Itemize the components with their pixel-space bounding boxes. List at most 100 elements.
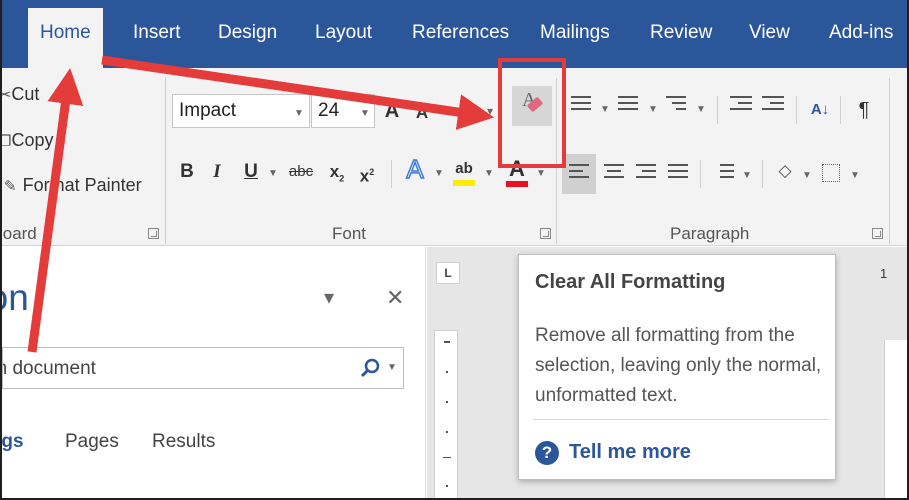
tab-results[interactable]: Results	[152, 431, 215, 453]
font-size-value: 24	[318, 100, 340, 121]
vertical-ruler	[434, 330, 458, 498]
numbering-icon[interactable]	[618, 96, 638, 114]
tab-pages[interactable]: Pages	[65, 431, 119, 453]
grow-font-button[interactable]: A	[382, 96, 402, 126]
ribbon: ✂Cut ❐Copy ✎ Format Painter Clipboard Imp…	[2, 68, 907, 246]
tooltip-body: Remove all formatting from the selection…	[535, 325, 822, 406]
shading-icon[interactable]: ◇	[774, 156, 796, 186]
tab-insert[interactable]: Insert	[133, 22, 181, 44]
chevron-down-icon[interactable]: ▼	[850, 170, 860, 181]
chevron-down-icon[interactable]: ▼	[268, 168, 278, 179]
tell-me-more-link[interactable]: Tell me more	[569, 441, 691, 464]
format-painter-label: Format Painter	[22, 175, 142, 195]
superscript-button[interactable]: x2	[356, 157, 378, 187]
close-icon[interactable]: ✕	[386, 285, 404, 311]
ribbon-tab-bar: Home Insert Design Layout References Mai…	[2, 0, 907, 68]
copy-label: Copy	[11, 130, 54, 150]
font-name-box[interactable]: Impact	[172, 94, 310, 128]
clipboard-dialog-launcher[interactable]	[148, 228, 159, 239]
line-spacing-icon[interactable]	[714, 164, 734, 182]
navigation-pane: Navigation ▾ ✕ Search document ▼ Heading…	[2, 247, 426, 498]
format-painter-button[interactable]: ✎ Format Painter	[4, 175, 142, 196]
align-center-icon[interactable]	[604, 164, 624, 182]
underline-button[interactable]: U	[240, 157, 262, 187]
help-icon[interactable]: ?	[535, 441, 559, 465]
search-field[interactable]: Search document ▼	[2, 347, 404, 389]
chevron-down-icon[interactable]: ▼	[600, 104, 610, 115]
highlight-color-swatch	[453, 180, 475, 186]
group-divider	[762, 160, 763, 188]
copy-icon: ❐	[2, 133, 11, 150]
navigation-title: Navigation	[2, 277, 29, 318]
search-input[interactable]: Search document	[3, 358, 96, 380]
borders-icon[interactable]	[822, 164, 840, 182]
paragraph-group-label: Paragraph	[670, 224, 750, 243]
group-divider	[391, 160, 392, 188]
strikethrough-button[interactable]: abc	[284, 157, 318, 187]
cut-label: Cut	[11, 84, 40, 104]
highlight-button[interactable]: ab	[450, 154, 478, 186]
chevron-down-icon[interactable]: ▾	[482, 96, 498, 126]
chevron-down-icon[interactable]: ▼	[696, 104, 706, 115]
copy-button[interactable]: ❐Copy	[2, 130, 54, 151]
text-effects-button[interactable]: A	[402, 153, 428, 185]
chevron-down-icon[interactable]: ▼	[742, 170, 752, 181]
bold-button[interactable]: B	[176, 157, 198, 187]
decrease-indent-icon[interactable]	[730, 96, 752, 114]
word-window: Home Insert Design Layout References Mai…	[0, 0, 909, 500]
group-divider	[889, 78, 890, 244]
chevron-down-icon[interactable]: ▼	[387, 362, 397, 373]
font-color-swatch	[506, 181, 528, 187]
ruler-number: 1	[880, 266, 888, 281]
tooltip: Clear All Formatting Remove all formatti…	[518, 254, 836, 480]
increase-indent-icon[interactable]	[762, 96, 784, 114]
group-divider	[840, 96, 841, 124]
align-left-button[interactable]	[562, 154, 596, 194]
tab-mailings[interactable]: Mailings	[540, 22, 610, 44]
chevron-down-icon[interactable]: ▼	[648, 104, 658, 115]
font-dialog-launcher[interactable]	[540, 228, 551, 239]
font-name-value: Impact	[179, 100, 237, 121]
document-page	[884, 340, 907, 498]
font-group-label: Font	[332, 224, 367, 243]
italic-button[interactable]: I	[208, 157, 226, 187]
chevron-down-icon[interactable]: ▼	[360, 108, 370, 119]
format-painter-icon: ✎	[4, 178, 17, 195]
chevron-down-icon[interactable]: ▼	[536, 168, 546, 179]
cut-icon: ✂	[2, 87, 11, 104]
multilevel-list-icon[interactable]	[666, 96, 686, 114]
subscript-button[interactable]: x2	[326, 157, 348, 187]
search-icon[interactable]	[359, 357, 381, 379]
annotation-highlight-box	[498, 58, 566, 168]
tooltip-title: Clear All Formatting	[535, 271, 726, 293]
shrink-font-button[interactable]: A	[414, 98, 430, 128]
group-divider	[796, 96, 797, 124]
show-formatting-marks-button[interactable]: ¶	[854, 95, 874, 125]
sort-button[interactable]: A↓	[808, 95, 832, 125]
group-divider	[700, 160, 701, 188]
tab-selector[interactable]: L	[436, 262, 460, 284]
chevron-down-icon[interactable]: ▼	[434, 168, 444, 179]
align-right-icon[interactable]	[636, 164, 656, 182]
group-divider	[165, 78, 166, 244]
clipboard-group-label: Clipboard	[2, 224, 37, 243]
align-left-icon	[569, 164, 589, 182]
chevron-down-icon[interactable]: ▼	[294, 108, 304, 119]
tab-view[interactable]: View	[749, 22, 790, 44]
tooltip-divider	[533, 419, 829, 420]
tab-layout[interactable]: Layout	[315, 22, 372, 44]
tab-review[interactable]: Review	[650, 22, 712, 44]
tab-add-ins[interactable]: Add-ins	[829, 22, 893, 44]
bullets-icon[interactable]	[571, 96, 591, 114]
tab-design[interactable]: Design	[218, 22, 277, 44]
group-divider	[717, 96, 718, 124]
paragraph-dialog-launcher[interactable]	[872, 228, 883, 239]
chevron-down-icon[interactable]: ▾	[324, 285, 334, 310]
chevron-down-icon[interactable]: ▼	[484, 168, 494, 179]
chevron-down-icon[interactable]: ▼	[802, 170, 812, 181]
cut-button[interactable]: ✂Cut	[2, 84, 40, 105]
tab-home[interactable]: Home	[28, 8, 103, 68]
tab-references[interactable]: References	[412, 22, 509, 44]
tab-headings[interactable]: Headings	[2, 431, 24, 453]
justify-icon[interactable]	[668, 164, 688, 182]
